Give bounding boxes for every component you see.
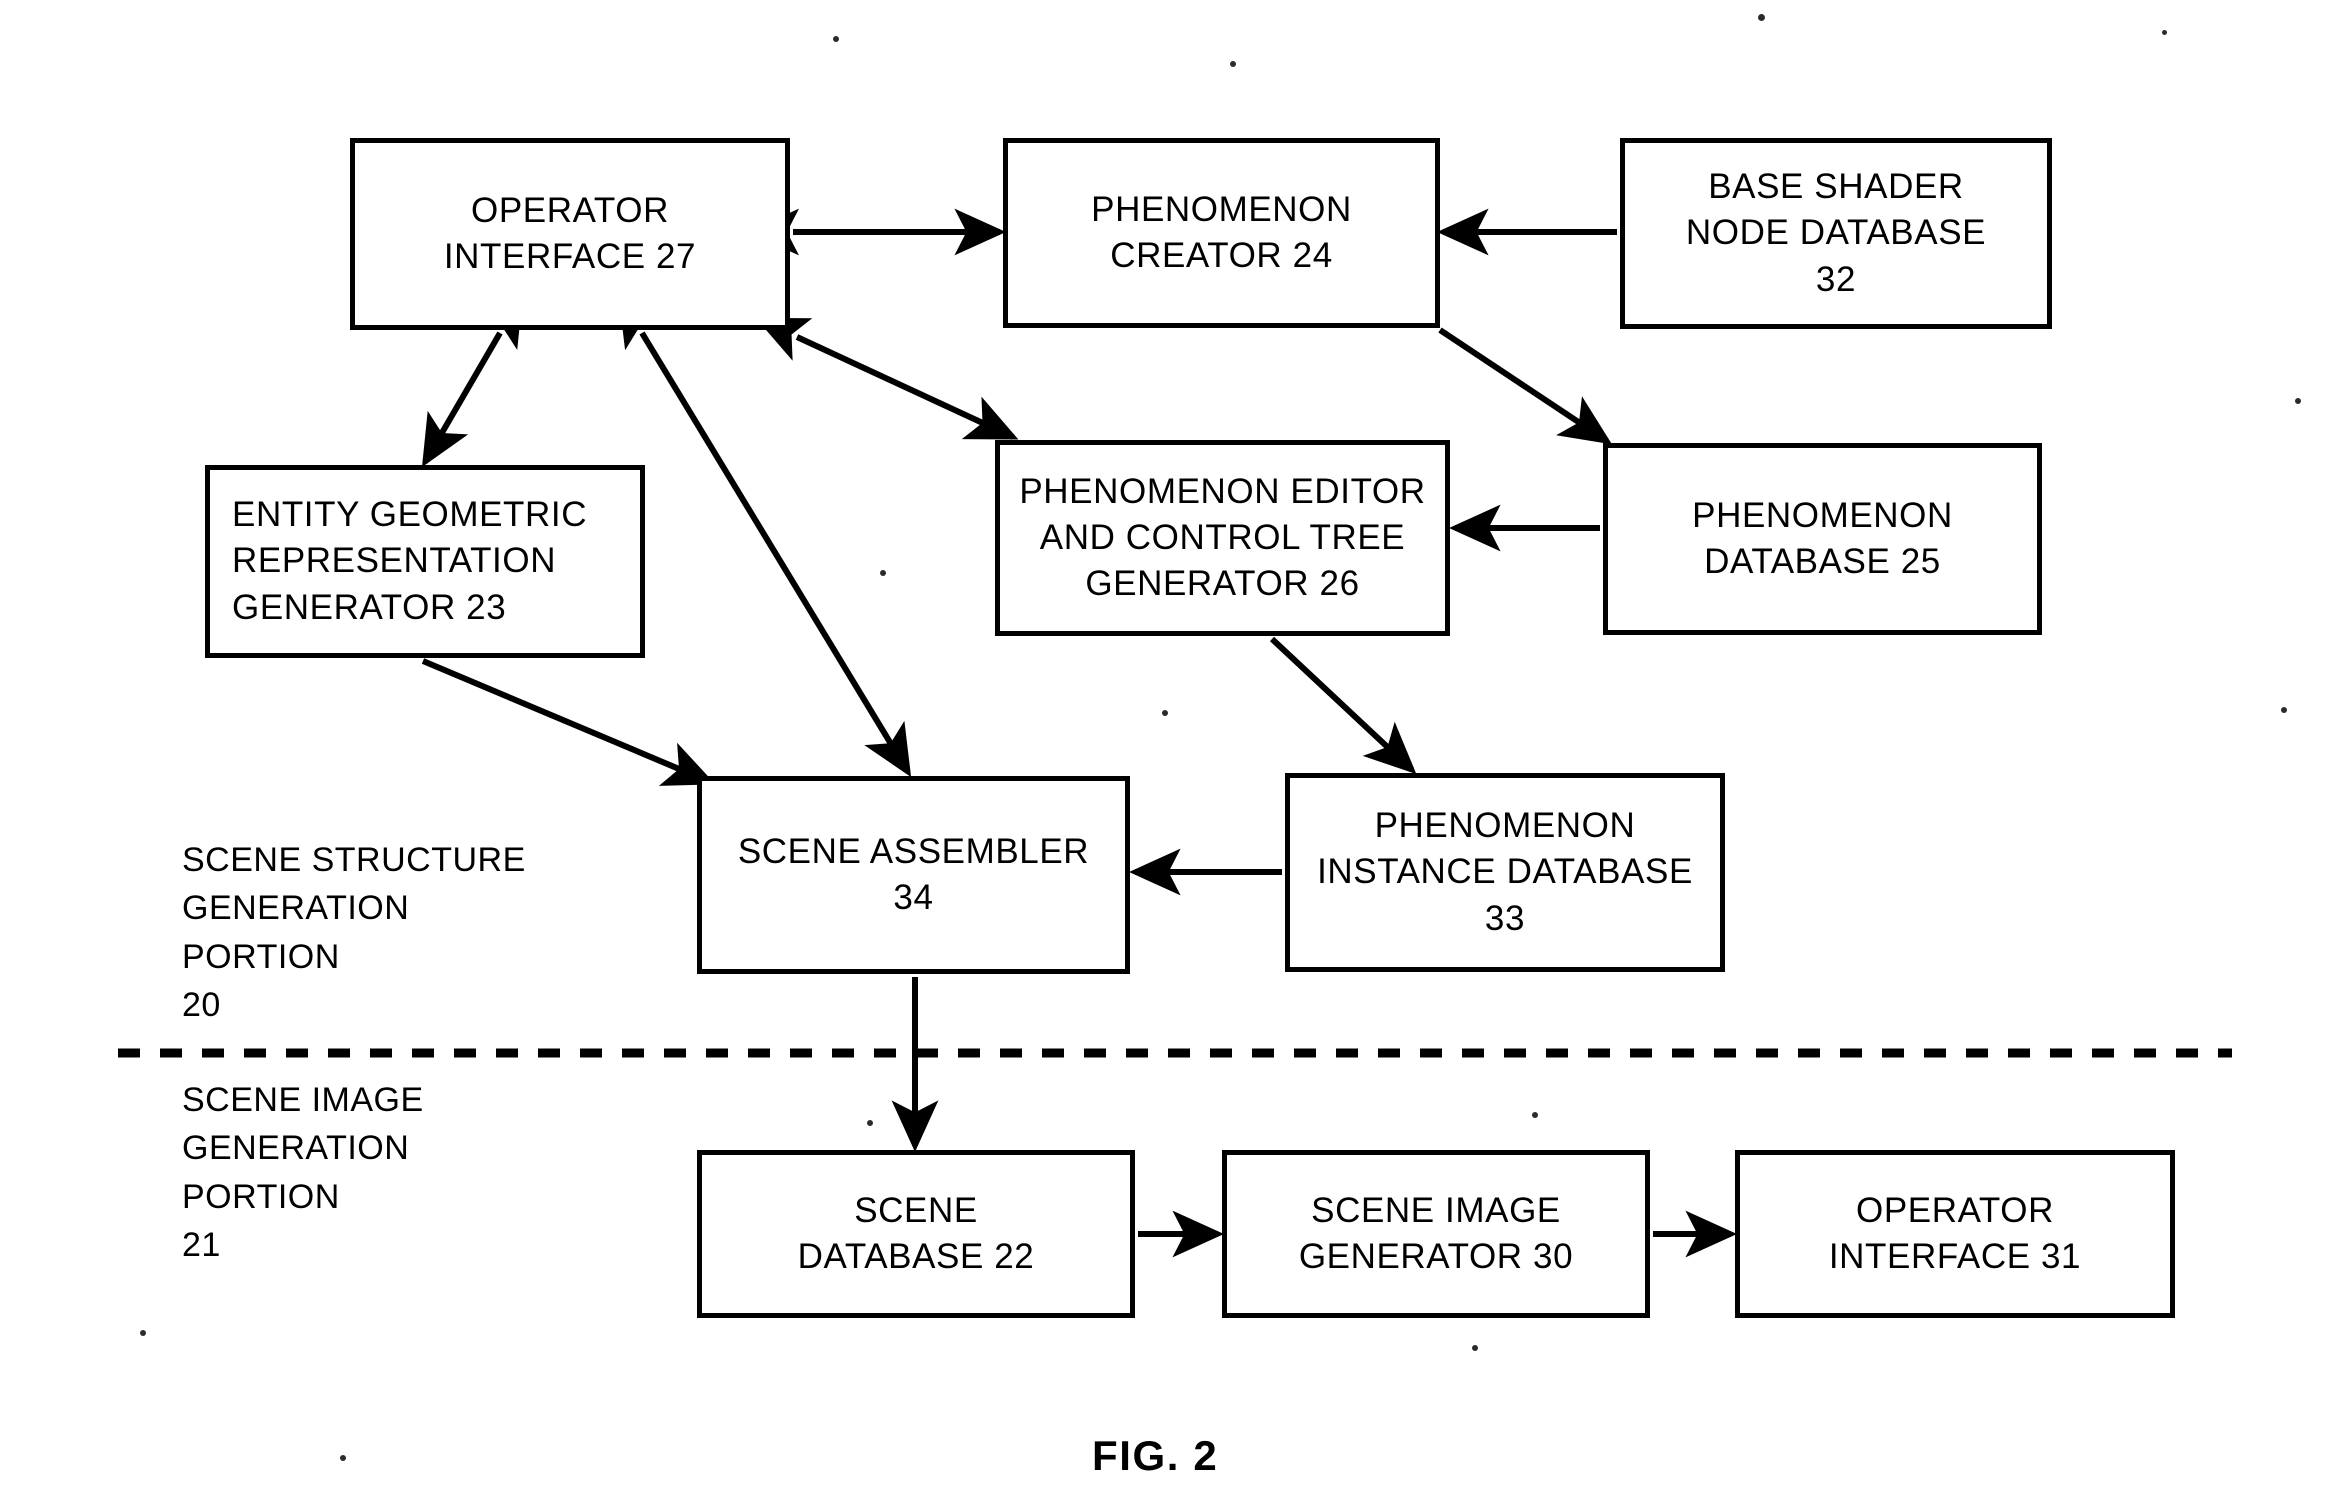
- scan-speck: [1472, 1345, 1478, 1351]
- scan-speck: [2162, 30, 2167, 35]
- block-label: OPERATOR INTERFACE 27: [443, 190, 697, 276]
- block-label: OPERATOR INTERFACE 31: [1828, 1190, 2082, 1276]
- scan-speck: [2295, 398, 2301, 404]
- block-label: BASE SHADER NODE DATABASE 32: [1685, 167, 1987, 299]
- block-label: PHENOMENON INSTANCE DATABASE 33: [1317, 806, 1693, 938]
- block-scene-assembler-34: SCENE ASSEMBLER 34: [697, 776, 1130, 974]
- scan-speck: [1162, 710, 1168, 716]
- block-phenomenon-instance-database-33: PHENOMENON INSTANCE DATABASE 33: [1285, 773, 1725, 972]
- scan-speck: [1758, 14, 1765, 21]
- block-label: PHENOMENON CREATOR 24: [1091, 189, 1352, 275]
- block-operator-interface-31: OPERATOR INTERFACE 31: [1735, 1150, 2175, 1318]
- figure-canvas: OPERATOR INTERFACE 27 PHENOMENON CREATOR 24…: [0, 0, 2325, 1502]
- block-base-shader-node-database-32: BASE SHADER NODE DATABASE 32: [1620, 138, 2052, 329]
- block-scene-image-generator-30: SCENE IMAGE GENERATOR 30: [1222, 1150, 1650, 1318]
- connector-operator-interface-27-to-entity-geometric-generator-23: [421, 293, 523, 468]
- block-label: SCENE DATABASE 22: [797, 1190, 1035, 1276]
- block-scene-database-22: SCENE DATABASE 22: [697, 1150, 1135, 1318]
- block-label: ENTITY GEOMETRIC REPRESENTATION GENERATOR …: [232, 495, 588, 627]
- block-operator-interface-27: OPERATOR INTERFACE 27: [350, 138, 790, 330]
- block-label: PHENOMENON DATABASE 25: [1692, 495, 1953, 581]
- block-phenomenon-database-25: PHENOMENON DATABASE 25: [1603, 443, 2042, 635]
- section-label-scene-structure-generation-portion: SCENE STRUCTURE GENERATION PORTION 20: [182, 841, 526, 1024]
- connector-operator-interface-27-to-scene-assembler-34: [618, 294, 912, 778]
- scan-speck: [2281, 707, 2287, 713]
- scan-speck: [340, 1455, 346, 1461]
- scan-speck: [140, 1330, 146, 1336]
- scan-speck: [880, 570, 886, 576]
- connector-entity-geometric-generator-23-to-scene-assembler-34: [421, 658, 716, 786]
- scan-speck: [1532, 1112, 1538, 1118]
- scan-speck: [1230, 61, 1236, 67]
- block-phenomenon-editor-and-control-tree-generator-26: PHENOMENON EDITOR AND CONTROL TREE GENERAT…: [995, 440, 1450, 636]
- block-label: SCENE IMAGE GENERATOR 30: [1298, 1190, 1574, 1276]
- connector-phenomenon-creator-24-to-phenomenon-database-25: [1438, 327, 1612, 445]
- section-label-scene-image-generation-portion: SCENE IMAGE GENERATION PORTION 21: [182, 1081, 424, 1264]
- scan-speck: [867, 1120, 873, 1126]
- block-label: PHENOMENON EDITOR AND CONTROL TREE GENERAT…: [1019, 471, 1426, 604]
- block-label: SCENE ASSEMBLER 34: [737, 831, 1090, 917]
- connector-phenomenon-editor-26-to-phenomenon-instance-database-33: [1269, 636, 1417, 775]
- figure-caption: FIG. 2: [1092, 1432, 1219, 1479]
- block-phenomenon-creator-24: PHENOMENON CREATOR 24: [1003, 138, 1440, 328]
- connector-operator-interface-27-to-phenomenon-editor-26: [755, 317, 1019, 440]
- block-entity-geometric-representation-generator-23: ENTITY GEOMETRIC REPRESENTATION GENERATOR …: [205, 465, 645, 658]
- scan-speck: [833, 36, 839, 42]
